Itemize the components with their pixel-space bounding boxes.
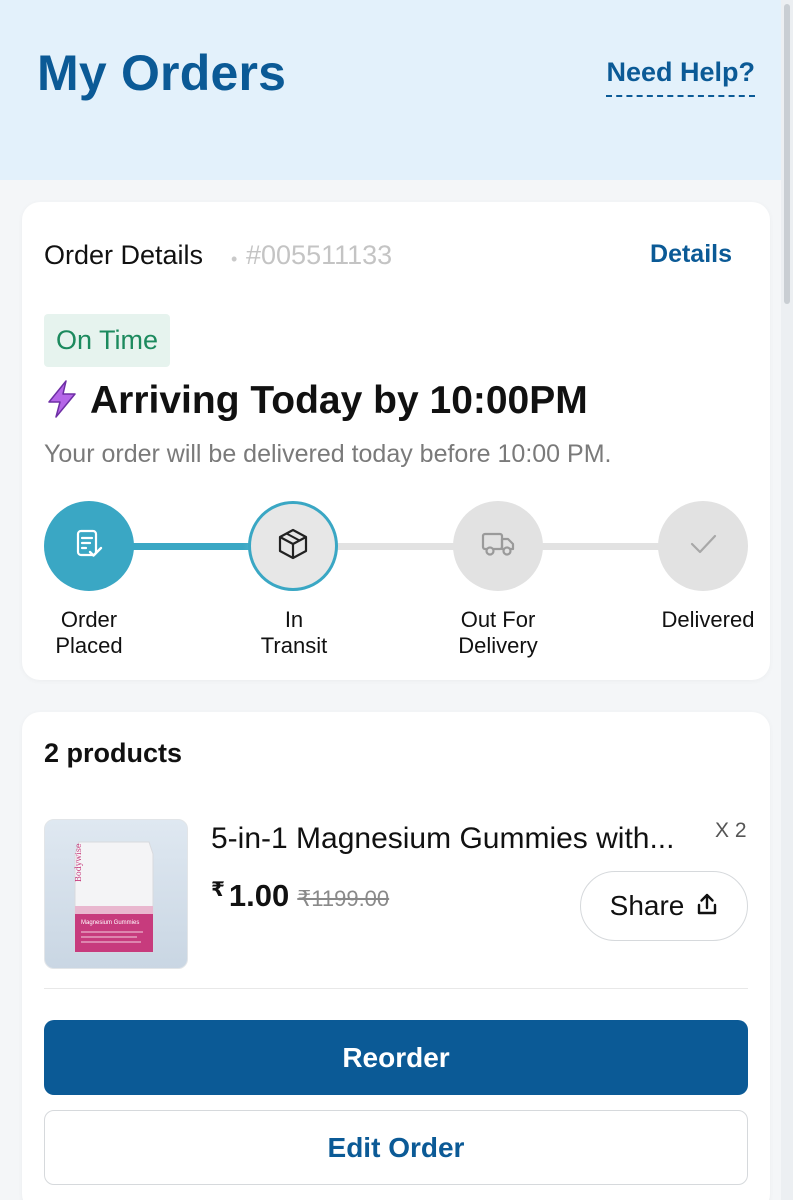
edit-order-button[interactable]: Edit Order [44, 1110, 748, 1185]
step-in-transit-circle [248, 501, 338, 591]
share-button-label: Share [609, 890, 685, 921]
currency-symbol: ₹ [211, 879, 225, 901]
product-image-label: Magnesium Gummies [81, 920, 139, 926]
order-details-title: Order Details [44, 240, 204, 270]
order-number: #005511133 [246, 240, 393, 270]
share-button[interactable]: Share [580, 871, 748, 941]
product-name[interactable]: 5-in-1 Magnesium Gummies with... [211, 822, 674, 856]
product-mrp: ₹1199.00 [297, 886, 390, 911]
scrollbar-thumb[interactable] [784, 4, 790, 304]
arrival-subtext: Your order will be delivered today befor… [44, 440, 612, 468]
product-image[interactable]: Bodywise Magnesium Gummies [44, 819, 188, 969]
page-header: My Orders Need Help? [0, 0, 793, 180]
step-label-order-placed: Order Placed [55, 607, 123, 658]
details-link[interactable]: Details [650, 240, 732, 269]
truck-icon [480, 529, 516, 564]
product-brand: Bodywise [74, 843, 83, 882]
share-upload-icon [696, 892, 718, 921]
step-order-placed-circle [44, 501, 134, 591]
step-label-in-transit: In Transit [260, 607, 328, 658]
products-count: 2 products [44, 738, 183, 768]
need-help-link[interactable]: Need Help? [606, 57, 755, 97]
step-label-out-for-delivery: Out For Delivery [458, 607, 538, 658]
order-details-card: Order Details • #005511133 Details On Ti… [22, 202, 770, 680]
product-price: 1.00 [228, 878, 290, 913]
step-label-delivered: Delivered [661, 607, 755, 632]
arrival-text: Arriving Today by 10:00PM [90, 379, 588, 422]
box-icon [276, 527, 310, 566]
separator-dot: • [231, 249, 238, 269]
products-card: 2 products Bodywise Magnesium Gummies 5-… [22, 712, 770, 1200]
reorder-button[interactable]: Reorder [44, 1020, 748, 1095]
price-row: ₹ 1.00 ₹1199.00 [211, 878, 389, 914]
arrival-heading: Arriving Today by 10:00PM [46, 376, 588, 426]
check-icon [688, 532, 718, 561]
clipboard-check-icon [74, 528, 104, 565]
step-delivered-circle [658, 501, 748, 591]
scrollbar[interactable] [781, 0, 793, 1200]
product-quantity: X 2 [715, 819, 747, 842]
page-title: My Orders [37, 45, 287, 101]
divider [44, 988, 748, 989]
status-badge: On Time [44, 314, 171, 367]
lightning-icon [46, 379, 78, 423]
step-out-for-delivery-circle [453, 501, 543, 591]
